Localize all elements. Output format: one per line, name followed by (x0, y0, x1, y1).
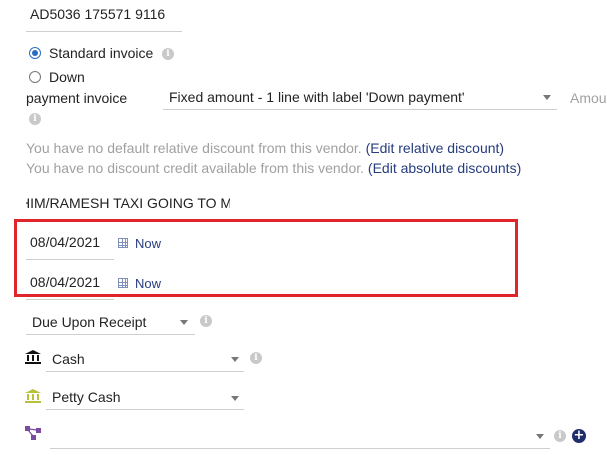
label-input[interactable]: HIM/RAMESH TAXI GOING TO M (26, 195, 230, 221)
info-icon: i (250, 352, 262, 364)
down-payment-label-line1: Down (49, 69, 85, 85)
due-date-input[interactable]: 08/04/2021 (26, 274, 114, 300)
payment-terms-value: Due Upon Receipt (32, 314, 147, 330)
invoice-date-now-link[interactable]: Now (135, 236, 161, 251)
edit-absolute-discount-link[interactable]: (Edit absolute discounts) (368, 160, 521, 176)
chevron-down-icon[interactable] (180, 320, 188, 325)
bank-account-value: Petty Cash (52, 389, 121, 405)
chevron-down-icon[interactable] (536, 434, 544, 439)
project-select[interactable] (50, 427, 550, 449)
bank-account-select[interactable]: Petty Cash (46, 388, 244, 410)
chevron-down-icon[interactable] (231, 357, 239, 362)
payment-mode-select[interactable]: Cash (46, 350, 244, 372)
down-payment-type-select[interactable]: Fixed amount - 1 line with label 'Down p… (163, 88, 557, 110)
amount-label: Amou (570, 90, 607, 106)
info-icon: i (554, 430, 566, 442)
standard-invoice-radio[interactable] (29, 47, 41, 59)
absolute-discount-text: You have no discount credit available fr… (26, 160, 365, 176)
standard-invoice-label: Standard invoice (49, 45, 154, 61)
down-payment-label-line2: payment invoice (26, 90, 128, 106)
info-icon: i (162, 48, 174, 60)
chevron-down-icon[interactable] (543, 95, 551, 100)
bank-account-icon (25, 389, 41, 403)
chevron-down-icon[interactable] (231, 396, 239, 401)
info-icon: i (200, 315, 212, 327)
bank-icon (25, 350, 41, 364)
supplier-ref-input[interactable]: AD5036 175571 9116 (26, 6, 182, 32)
edit-relative-discount-link[interactable]: (Edit relative discount) (366, 140, 505, 156)
payment-mode-value: Cash (52, 351, 85, 367)
project-icon (25, 426, 41, 440)
relative-discount-text: You have no default relative discount fr… (26, 140, 362, 156)
add-project-button[interactable]: + (572, 429, 586, 443)
payment-terms-select[interactable]: Due Upon Receipt (26, 313, 195, 335)
absolute-discount-line: You have no discount credit available fr… (26, 160, 521, 176)
down-payment-radio[interactable] (29, 71, 41, 83)
down-payment-type-value: Fixed amount - 1 line with label 'Down p… (169, 89, 465, 105)
calendar-icon[interactable] (118, 278, 128, 288)
calendar-icon[interactable] (118, 238, 128, 248)
info-icon: i (29, 113, 41, 125)
due-date-now-link[interactable]: Now (135, 276, 161, 291)
relative-discount-line: You have no default relative discount fr… (26, 140, 504, 156)
invoice-date-input[interactable]: 08/04/2021 (26, 234, 114, 260)
label-input-value: HIM/RAMESH TAXI GOING TO M (26, 195, 230, 211)
